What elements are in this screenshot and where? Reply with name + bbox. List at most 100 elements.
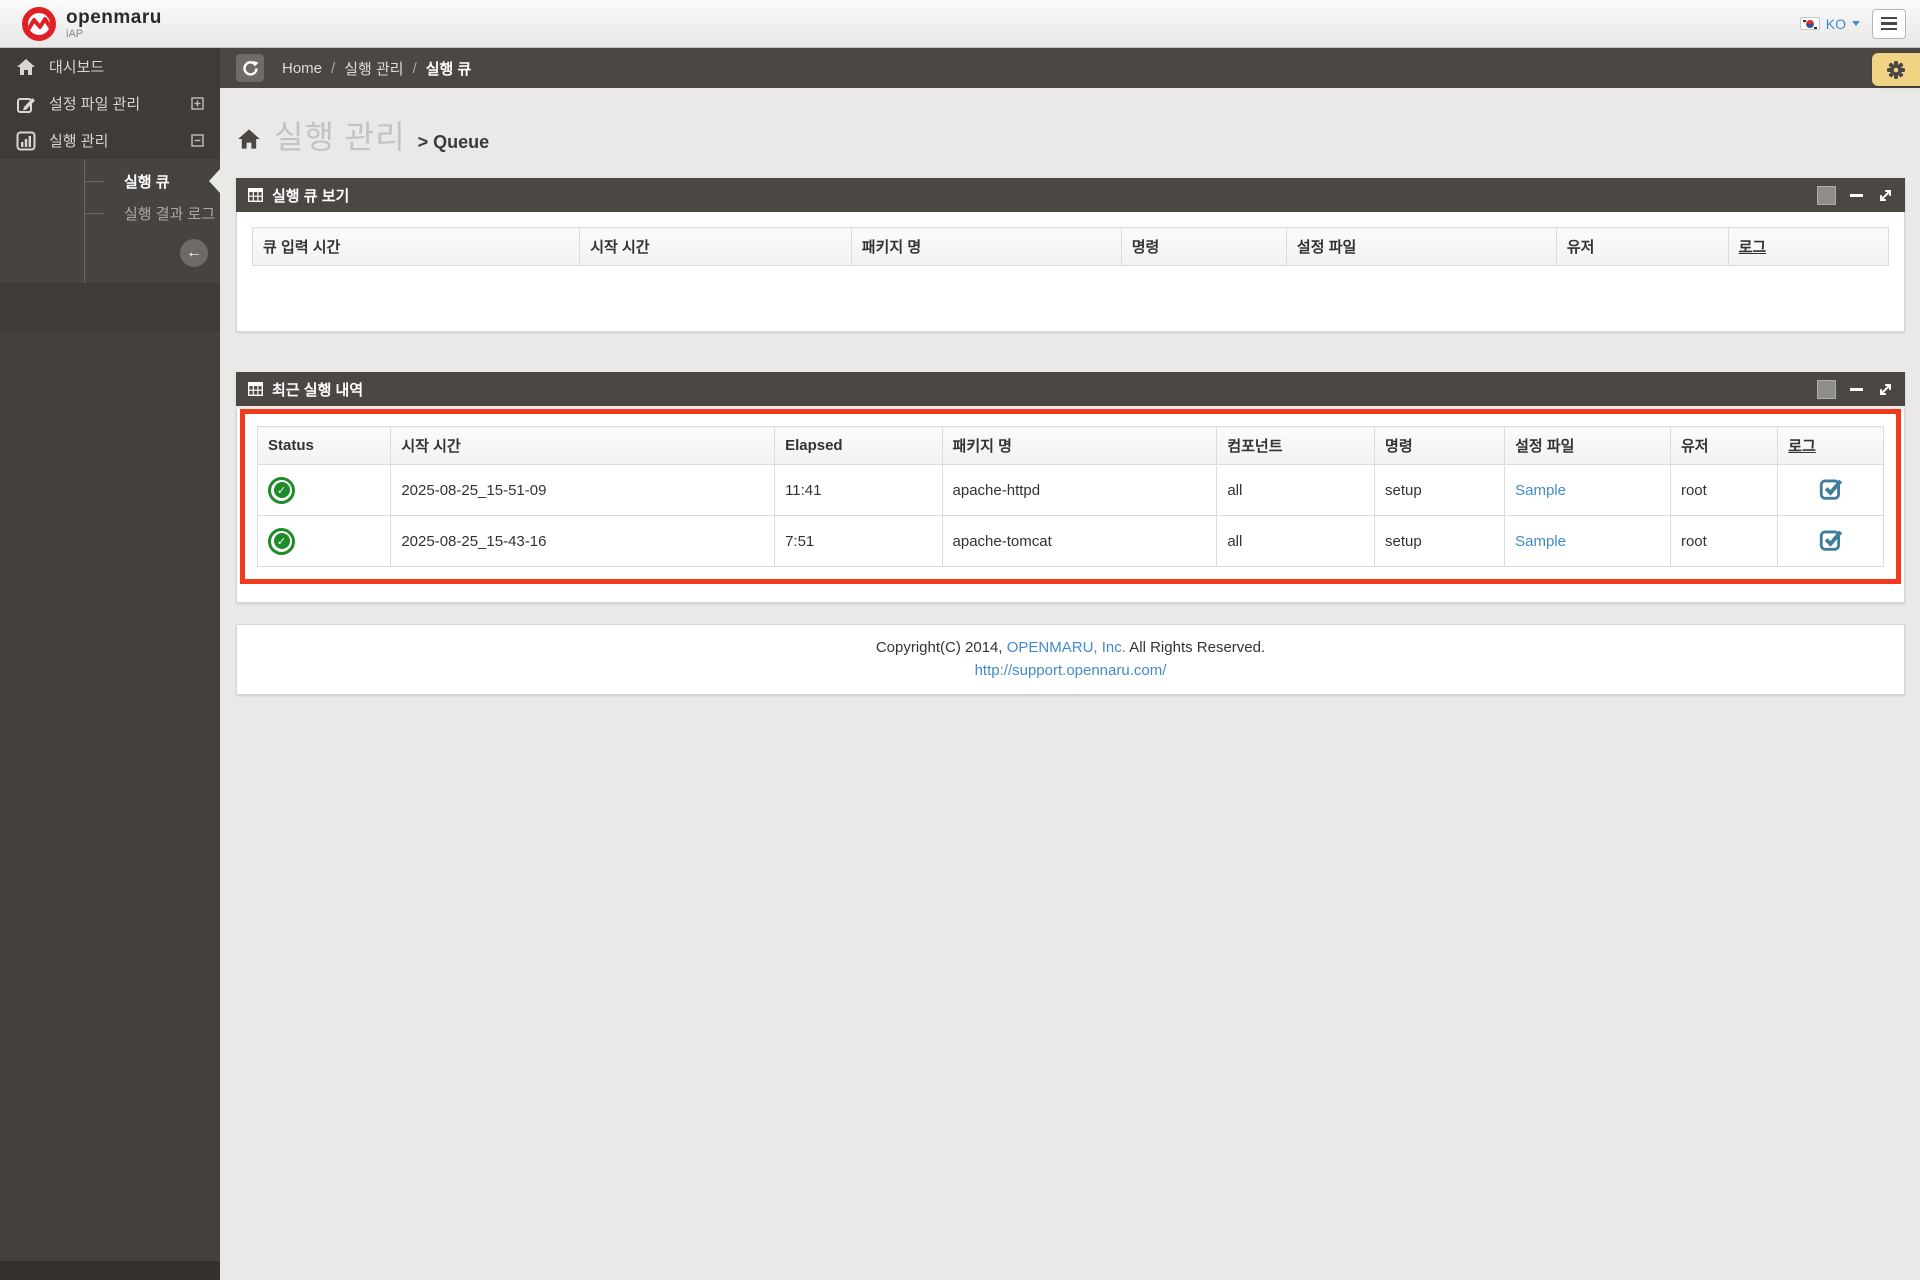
language-selector[interactable]: KO (1799, 15, 1860, 32)
queue-table-header-row: 큐 입력 시간 시작 시간 패키지 명 명령 설정 파일 유저 로그 (251, 227, 1890, 266)
col-queue-entry-time[interactable]: 큐 입력 시간 (251, 227, 581, 266)
breadcrumb-separator: / (412, 59, 417, 77)
cell-package: apache-httpd (941, 464, 1218, 516)
col-config-file[interactable]: 설정 파일 (1504, 426, 1671, 465)
cell-package: apache-tomcat (941, 515, 1218, 567)
collapse-minus-icon[interactable] (191, 134, 204, 147)
col-package-name[interactable]: 패키지 명 (850, 227, 1122, 266)
queue-table-empty-area (252, 266, 1889, 316)
sidebar-item-label: 대시보드 (49, 59, 105, 76)
openmaru-link[interactable]: OPENMARU, Inc. (1007, 639, 1126, 656)
col-elapsed[interactable]: Elapsed (774, 426, 943, 465)
panel-collapse-button[interactable] (1850, 382, 1864, 396)
col-log[interactable]: 로그 (1727, 227, 1890, 266)
main-content: Home / 실행 관리 / 실행 큐 실행 관리 > Queue 실행 큐 보… (220, 48, 1920, 1280)
col-package-name[interactable]: 패키지 명 (941, 426, 1218, 465)
sidebar: 대시보드 설정 파일 관리 실행 관리 실행 큐 실행 결과 로그 ← (0, 48, 220, 1280)
recent-table-header-row: Status 시작 시간 Elapsed 패키지 명 컴포넌트 명령 설정 파일… (256, 426, 1884, 465)
home-icon (238, 129, 260, 149)
sub-item-label: 실행 큐 (124, 173, 170, 191)
top-header: openmaru iAP KO (0, 0, 1920, 48)
col-config-file[interactable]: 설정 파일 (1285, 227, 1557, 266)
config-sample-link[interactable]: Sample (1515, 533, 1566, 550)
cell-component: all (1216, 515, 1376, 567)
view-log-button[interactable] (1818, 475, 1844, 501)
status-success-icon (268, 476, 295, 504)
col-component[interactable]: 컴포넌트 (1216, 426, 1376, 465)
sidebar-bottom-strip (0, 1261, 220, 1280)
recent-executions-table: Status 시작 시간 Elapsed 패키지 명 컴포넌트 명령 설정 파일… (256, 426, 1884, 567)
config-sample-link[interactable]: Sample (1515, 482, 1566, 499)
bar-chart-icon (16, 131, 36, 150)
support-url-link[interactable]: http://support.opennaru.com/ (975, 662, 1167, 679)
table-row: 2025-08-25_15-51-09 11:41 apache-httpd a… (256, 464, 1884, 516)
check-square-icon (1819, 530, 1842, 551)
settings-flyout-tab[interactable] (1872, 53, 1920, 86)
sidebar-collapse-button[interactable]: ← (180, 239, 208, 267)
sub-item-label: 실행 결과 로그 (124, 205, 216, 223)
cell-elapsed: 11:41 (774, 464, 943, 516)
queue-panel-header: 실행 큐 보기 (236, 178, 1905, 212)
cell-command: setup (1374, 464, 1506, 516)
recent-panel-title: 최근 실행 내역 (272, 381, 364, 399)
language-code: KO (1825, 15, 1846, 32)
col-status[interactable]: Status (256, 426, 392, 465)
footer: Copyright(C) 2014, OPENMARU, Inc. All Ri… (236, 624, 1905, 695)
table-icon (248, 382, 263, 396)
cell-start-time: 2025-08-25_15-43-16 (390, 515, 776, 567)
check-square-icon (1819, 479, 1842, 500)
expand-diagonal-icon (1880, 189, 1891, 201)
recent-panel-header: 최근 실행 내역 (236, 372, 1905, 406)
queue-panel: 실행 큐 보기 큐 입력 시간 시작 시간 패키지 명 명령 설정 파일 유저 … (236, 178, 1905, 332)
col-command[interactable]: 명령 (1120, 227, 1287, 266)
queue-table: 큐 입력 시간 시작 시간 패키지 명 명령 설정 파일 유저 로그 (251, 227, 1890, 266)
sidebar-background (0, 331, 220, 1261)
widget-handle-icon[interactable] (1817, 185, 1836, 205)
col-start-time[interactable]: 시작 시간 (390, 426, 776, 465)
widget-handle-icon[interactable] (1817, 379, 1836, 399)
hamburger-menu-button[interactable] (1872, 8, 1906, 39)
expand-plus-icon[interactable] (191, 97, 204, 110)
red-annotation-box: Status 시작 시간 Elapsed 패키지 명 컴포넌트 명령 설정 파일… (240, 409, 1901, 584)
breadcrumb-current: 실행 큐 (425, 60, 472, 78)
cell-user: root (1669, 515, 1779, 567)
sidebar-item-dashboard[interactable]: 대시보드 (0, 48, 220, 85)
panel-collapse-button[interactable] (1850, 188, 1864, 202)
execution-submenu: 실행 큐 실행 결과 로그 ← (0, 159, 220, 283)
status-success-icon (268, 527, 295, 555)
panel-expand-button[interactable] (1878, 188, 1893, 203)
sidebar-item-execution[interactable]: 실행 관리 (0, 122, 220, 159)
page-title: 실행 관리 (274, 119, 406, 155)
table-icon (248, 188, 263, 202)
recent-executions-panel: 최근 실행 내역 Status 시작 시간 Elapsed 패키지 명 컴포넌트… (236, 372, 1905, 603)
col-user[interactable]: 유저 (1555, 227, 1729, 266)
breadcrumb-home[interactable]: Home (282, 60, 322, 77)
chevron-down-icon (1852, 21, 1860, 26)
page-subtitle: > Queue (417, 132, 490, 152)
sidebar-item-execution-result-log[interactable]: 실행 결과 로그 (0, 197, 220, 229)
breadcrumb-bar: Home / 실행 관리 / 실행 큐 (220, 48, 1920, 88)
copyright-suffix: All Rights Reserved. (1125, 639, 1266, 656)
sidebar-item-config-files[interactable]: 설정 파일 관리 (0, 85, 220, 122)
expand-diagonal-icon (1880, 383, 1891, 395)
sidebar-item-execution-queue[interactable]: 실행 큐 (0, 165, 220, 197)
breadcrumb-execution[interactable]: 실행 관리 (344, 58, 403, 79)
cell-command: setup (1374, 515, 1506, 567)
edit-icon (17, 97, 35, 113)
col-log[interactable]: 로그 (1777, 426, 1884, 465)
panel-expand-button[interactable] (1878, 382, 1893, 397)
gear-icon (1887, 60, 1905, 79)
page-header: 실행 관리 > Queue (220, 88, 1920, 178)
col-command[interactable]: 명령 (1374, 426, 1506, 465)
cell-user: root (1669, 464, 1779, 516)
refresh-button[interactable] (236, 54, 264, 82)
breadcrumb-separator: / (331, 59, 336, 77)
cell-elapsed: 7:51 (774, 515, 943, 567)
openmaru-logo-icon (22, 6, 56, 41)
col-start-time[interactable]: 시작 시간 (579, 227, 852, 266)
view-log-button[interactable] (1818, 526, 1844, 552)
korean-flag-icon (1799, 17, 1820, 30)
logo-link[interactable]: openmaru iAP (22, 6, 162, 41)
col-user[interactable]: 유저 (1669, 426, 1779, 465)
copyright-line: Copyright(C) 2014, OPENMARU, Inc. All Ri… (247, 637, 1894, 660)
